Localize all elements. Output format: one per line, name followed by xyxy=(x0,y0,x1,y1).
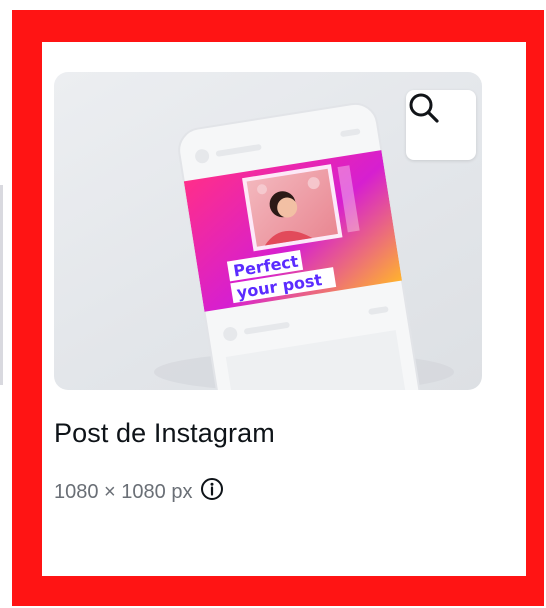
magnifier-icon xyxy=(409,93,439,123)
template-title: Post de Instagram xyxy=(54,418,275,448)
info-circle-icon[interactable] xyxy=(200,477,224,501)
left-scrollbar-sliver xyxy=(0,185,3,385)
left-edge xyxy=(0,0,12,608)
template-dimensions-row: 1080 × 1080 px xyxy=(54,477,224,504)
template-thumbnail[interactable]: Perfect your post xyxy=(54,72,482,390)
template-card[interactable]: Perfect your post Post de Instagram 1080… xyxy=(42,42,526,576)
template-dimensions: 1080 × 1080 px xyxy=(54,480,193,503)
preview-search-button[interactable] xyxy=(406,90,476,160)
